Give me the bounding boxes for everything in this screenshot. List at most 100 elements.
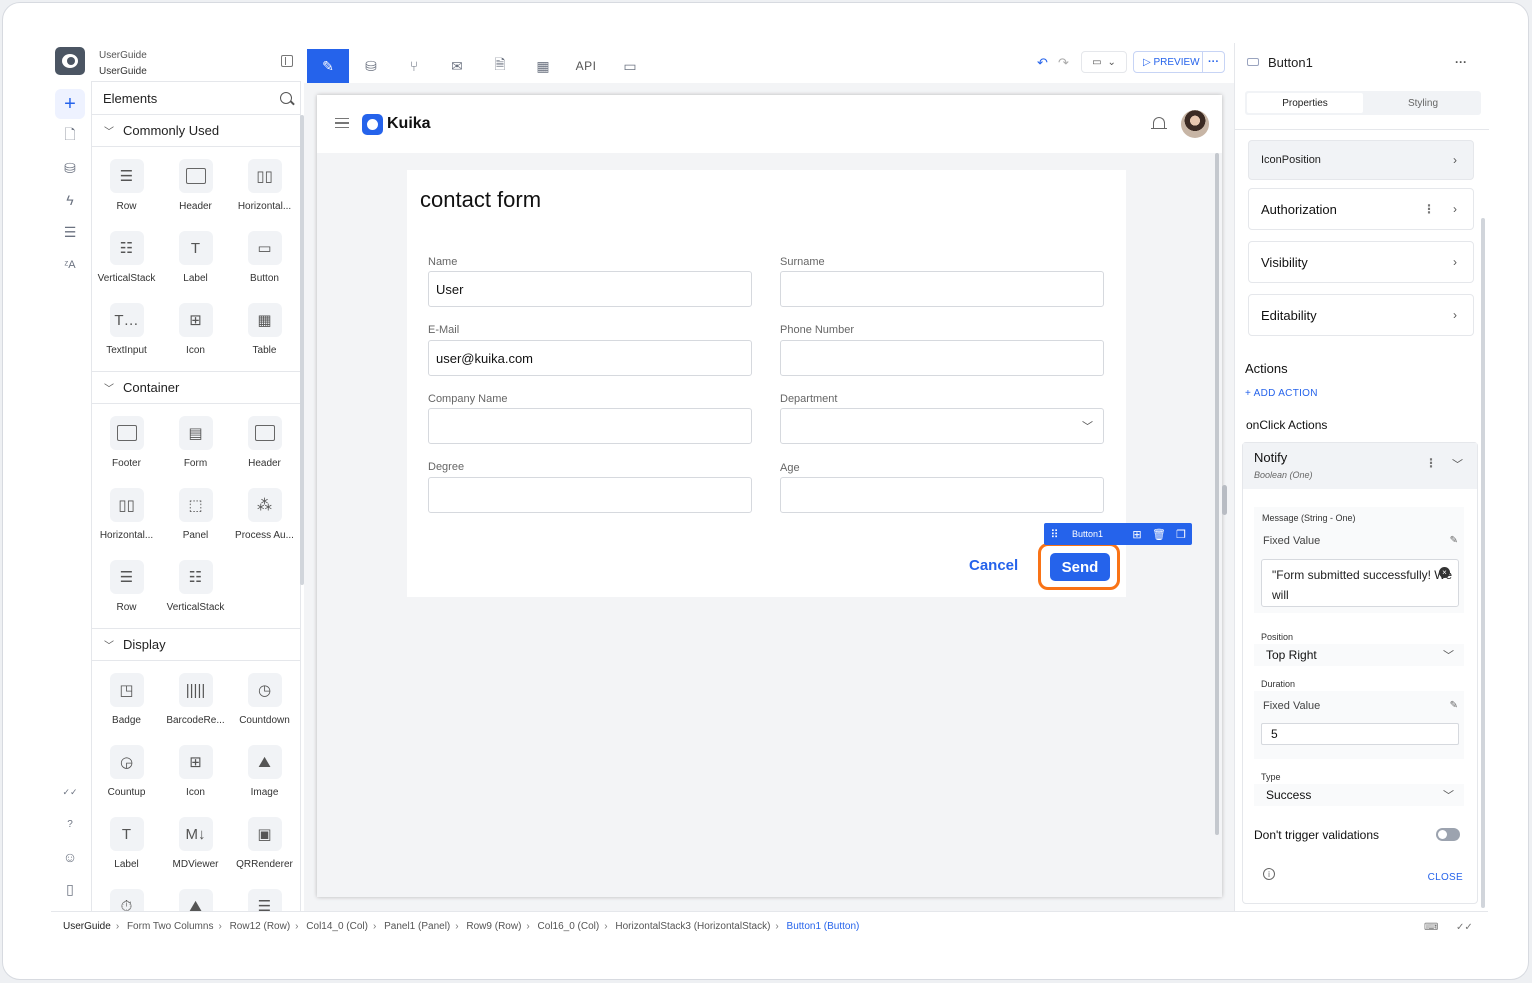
- age-field[interactable]: [780, 477, 1104, 513]
- breadcrumb-item[interactable]: HorizontalStack3 (HorizontalStack): [615, 921, 770, 932]
- page-icon[interactable]: 🗋: [55, 121, 85, 151]
- add-icon[interactable]: ⊞: [1126, 528, 1148, 541]
- element-badge[interactable]: ◳ Badge: [92, 669, 161, 741]
- element-list[interactable]: ☰: [230, 885, 299, 911]
- element-icon[interactable]: ⊞ Icon: [161, 299, 230, 371]
- more-icon[interactable]: ···: [1455, 55, 1467, 69]
- search-icon[interactable]: [280, 92, 292, 104]
- help-icon[interactable]: ?: [55, 809, 85, 839]
- tab-properties[interactable]: Properties: [1247, 93, 1363, 113]
- clear-icon[interactable]: ×: [1439, 567, 1450, 578]
- collapse-panel-icon[interactable]: [281, 55, 293, 67]
- element-image[interactable]: ⛰: [161, 885, 230, 911]
- menu-icon[interactable]: [335, 118, 349, 128]
- device-settings-tab-icon[interactable]: ▭: [609, 49, 651, 83]
- element-horizontal[interactable]: ▯▯ Horizontal...: [92, 484, 161, 556]
- kuika-logo-icon[interactable]: [55, 47, 85, 75]
- copy-icon[interactable]: ❐: [1170, 528, 1192, 541]
- element-countup[interactable]: ◶ Countup: [92, 741, 161, 813]
- redo-icon[interactable]: ↷: [1058, 55, 1069, 71]
- element-barcode[interactable]: ||||| BarcodeRe...: [161, 669, 230, 741]
- element-panel[interactable]: ⬚ Panel: [161, 484, 230, 556]
- section-container[interactable]: ﹀ Container: [92, 372, 300, 404]
- element-table[interactable]: ▦ Table: [230, 299, 299, 371]
- send-button[interactable]: Send: [1050, 553, 1110, 581]
- design-tab-icon[interactable]: ✎: [307, 49, 349, 83]
- section-commonly-used[interactable]: ﹀ Commonly Used: [92, 115, 300, 147]
- app-scrollbar[interactable]: [1215, 153, 1219, 835]
- breadcrumb-item-current[interactable]: Button1 (Button): [787, 921, 860, 932]
- breadcrumb-item[interactable]: Panel1 (Panel): [384, 921, 450, 932]
- section-display[interactable]: ﹀ Display: [92, 629, 300, 661]
- breadcrumb-item[interactable]: Row12 (Row): [230, 921, 291, 932]
- workflow-tab-icon[interactable]: ⑂: [393, 49, 435, 83]
- element-label[interactable]: T Label: [161, 227, 230, 299]
- breadcrumb-item[interactable]: Form Two Columns: [127, 921, 214, 932]
- check-double-icon[interactable]: ✓✓: [1456, 922, 1473, 933]
- device-select[interactable]: ▭ ⌄: [1081, 51, 1127, 73]
- undo-icon[interactable]: ↶: [1037, 55, 1048, 71]
- element-process[interactable]: ⁂ Process Au...: [230, 484, 299, 556]
- book-icon[interactable]: ▯: [55, 874, 85, 904]
- element-row[interactable]: ☰ Row: [92, 155, 161, 227]
- breadcrumb-item[interactable]: Row9 (Row): [466, 921, 521, 932]
- visibility-row[interactable]: Visibility ›: [1248, 241, 1474, 283]
- lightning-icon[interactable]: ϟ: [55, 185, 85, 215]
- trash-icon[interactable]: 🗑: [1148, 528, 1170, 541]
- tab-styling[interactable]: Styling: [1365, 91, 1481, 115]
- resize-handle[interactable]: [1222, 485, 1227, 515]
- avatar[interactable]: [1181, 110, 1209, 138]
- position-select[interactable]: Top Right ﹀: [1254, 644, 1464, 666]
- element-icon[interactable]: ⊞ Icon: [161, 741, 230, 813]
- notify-header[interactable]: Notify Boolean (One) ⋮ ﹀: [1243, 443, 1477, 489]
- datasource-tab-icon[interactable]: ⛁: [350, 49, 392, 83]
- surname-field[interactable]: [780, 271, 1104, 307]
- editability-row[interactable]: Editability ›: [1248, 294, 1474, 336]
- plus-icon[interactable]: +: [55, 89, 85, 119]
- api-tab[interactable]: API: [565, 49, 607, 83]
- schedule-tab-icon[interactable]: ▦: [522, 49, 564, 83]
- cancel-button[interactable]: Cancel: [969, 557, 1018, 574]
- breadcrumb-item[interactable]: Col16_0 (Col): [538, 921, 600, 932]
- drag-handle-icon[interactable]: ⠿: [1044, 528, 1064, 541]
- preview-button[interactable]: ▷ PREVIEW ···: [1133, 51, 1225, 73]
- duration-mode[interactable]: Fixed Value: [1263, 700, 1320, 712]
- message-mode[interactable]: Fixed Value: [1263, 535, 1320, 547]
- keyboard-icon[interactable]: ⌨: [1424, 922, 1438, 933]
- element-horizontal[interactable]: ▯▯ Horizontal...: [230, 155, 299, 227]
- breadcrumb-item[interactable]: UserGuide: [63, 921, 111, 932]
- kebab-icon[interactable]: ⋮: [1425, 456, 1437, 470]
- element-qrrenderer[interactable]: ▣ QRRenderer: [230, 813, 299, 885]
- translate-icon[interactable]: ᶻA: [55, 250, 85, 280]
- email-tab-icon[interactable]: ✉: [436, 49, 478, 83]
- element-verticalstack[interactable]: ☷ VerticalStack: [92, 227, 161, 299]
- email-field[interactable]: user@kuika.com: [428, 340, 752, 376]
- element-row[interactable]: ☰ Row: [92, 556, 161, 628]
- check-double-icon[interactable]: ✓✓: [55, 777, 85, 807]
- element-image[interactable]: ⛰ Image: [230, 741, 299, 813]
- type-select[interactable]: Success ﹀: [1254, 784, 1464, 806]
- element-label[interactable]: T Label: [92, 813, 161, 885]
- element-form[interactable]: ▤ Form: [161, 412, 230, 484]
- degree-field[interactable]: [428, 477, 752, 513]
- add-action-link[interactable]: + ADD ACTION: [1245, 388, 1318, 399]
- element-header[interactable]: Header: [230, 412, 299, 484]
- kebab-icon[interactable]: ⋮: [1423, 202, 1435, 216]
- chat-icon[interactable]: ☺: [55, 842, 85, 872]
- close-button[interactable]: CLOSE: [1428, 872, 1463, 883]
- company-field[interactable]: [428, 408, 752, 444]
- element-mdviewer[interactable]: M↓ MDViewer: [161, 813, 230, 885]
- element-verticalstack[interactable]: ☷ VerticalStack: [161, 556, 230, 628]
- database-icon[interactable]: ⛁: [55, 153, 85, 183]
- duration-input[interactable]: 5: [1261, 723, 1459, 745]
- element-header[interactable]: Header: [161, 155, 230, 227]
- element-timer[interactable]: ⏱: [92, 885, 161, 911]
- phone-field[interactable]: [780, 340, 1104, 376]
- breadcrumb-item[interactable]: Col14_0 (Col): [306, 921, 368, 932]
- element-button[interactable]: ▭ Button: [230, 227, 299, 299]
- properties-scrollbar[interactable]: [1481, 218, 1485, 908]
- validations-toggle[interactable]: [1436, 828, 1460, 841]
- edit-icon[interactable]: ✎: [1450, 700, 1458, 711]
- department-select[interactable]: ﹀: [780, 408, 1104, 444]
- edit-icon[interactable]: ✎: [1450, 535, 1458, 546]
